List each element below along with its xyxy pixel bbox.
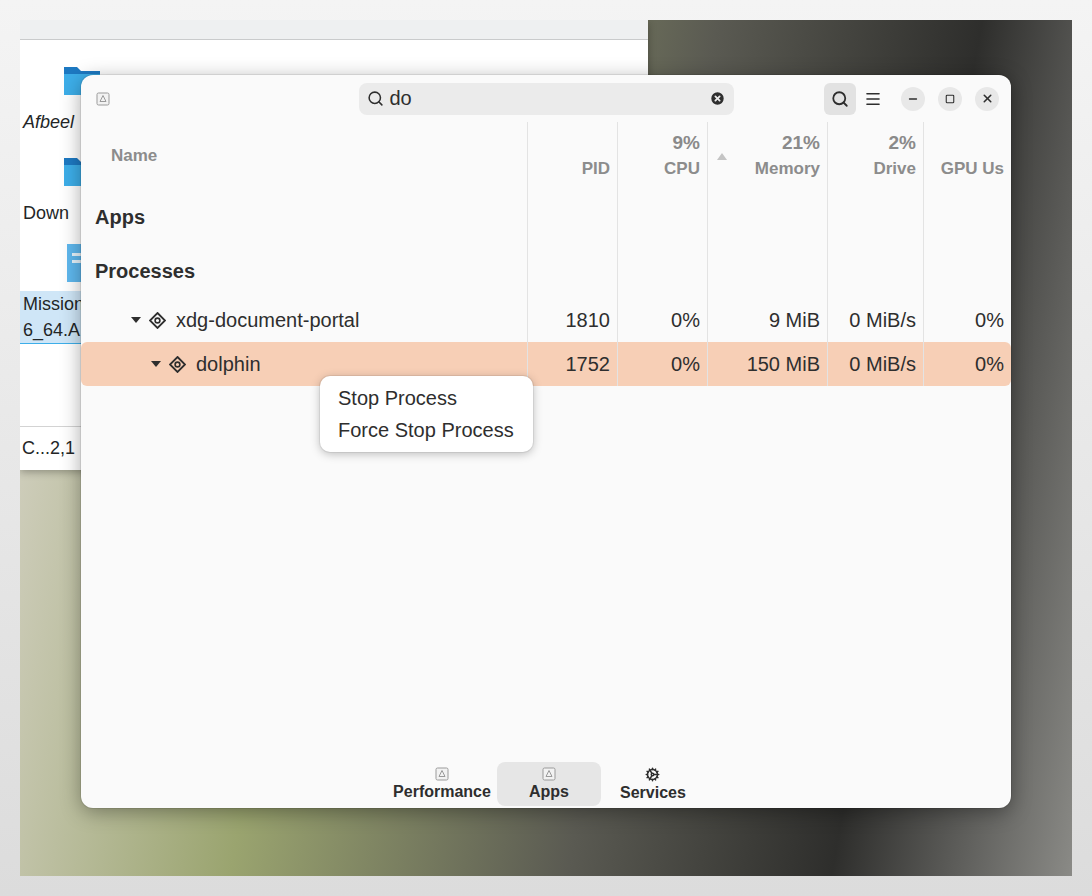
header-bar: do: [81, 75, 1011, 122]
system-monitor-window: do Name PID 9%CPU 21%Memory 2%Drive GPU Us Apps…: [81, 75, 1011, 808]
column-label: Drive: [873, 156, 916, 182]
section-title: Apps: [81, 190, 527, 244]
section-row: Apps: [81, 190, 1011, 244]
file-item-label: Mission6_64.A: [20, 291, 87, 344]
process-value-cell: 9 MiB: [707, 298, 827, 342]
process-table: Name PID 9%CPU 21%Memory 2%Drive GPU Us AppsPr…: [81, 122, 1011, 762]
process-value-cell: 0%: [617, 342, 707, 386]
minimize-icon: [907, 93, 919, 105]
context-menu: Stop ProcessForce Stop Process: [320, 376, 533, 452]
column-label: GPU Us: [941, 156, 1004, 182]
column-heading: PID: [582, 130, 617, 182]
menu-item[interactable]: Stop Process: [320, 382, 533, 414]
column-label: CPU: [664, 156, 700, 182]
column-header[interactable]: Name: [81, 122, 527, 190]
process-row[interactable]: dolphin17520%150 MiB0 MiB/s0%: [81, 342, 1011, 386]
view-tab[interactable]: Apps: [497, 762, 601, 806]
process-value-cell: 150 MiB: [707, 342, 827, 386]
column-usage: 2%: [889, 130, 916, 156]
column-label: Name: [81, 146, 157, 166]
view-tab-label: Performance: [393, 783, 491, 801]
process-name: xdg-document-portal: [176, 309, 359, 332]
empty-cell: [527, 244, 617, 298]
column-usage: 9%: [673, 130, 700, 156]
sort-ascending-icon: [717, 153, 727, 160]
performance-icon: [435, 767, 449, 781]
empty-cell: [617, 244, 707, 298]
empty-cell: [527, 190, 617, 244]
process-value-cell: 0%: [923, 342, 1011, 386]
file-manager-toolbar: [20, 20, 648, 40]
section-row: Processes: [81, 244, 1011, 298]
view-switcher: Performance Apps Services: [81, 762, 1011, 808]
search-value[interactable]: do: [390, 87, 703, 110]
process-value-cell: 0 MiB/s: [827, 342, 923, 386]
column-heading: GPU Us: [941, 130, 1011, 182]
empty-cell: [923, 190, 1011, 244]
column-usage: 21%: [782, 130, 820, 156]
search-field[interactable]: do: [359, 83, 734, 115]
view-tab-label: Apps: [529, 783, 569, 801]
column-heading: 2%Drive: [873, 130, 923, 182]
column-header[interactable]: 9%CPU: [617, 122, 707, 190]
close-button[interactable]: [975, 87, 999, 111]
empty-cell: [827, 190, 923, 244]
column-header[interactable]: GPU Us: [923, 122, 1011, 190]
column-header[interactable]: 21%Memory: [707, 122, 827, 190]
expander-icon[interactable]: [151, 359, 161, 369]
table-header: Name PID 9%CPU 21%Memory 2%Drive GPU Us: [81, 122, 1011, 190]
column-header[interactable]: 2%Drive: [827, 122, 923, 190]
process-value-cell: 1752: [527, 342, 617, 386]
file-item-label: Down: [20, 200, 81, 227]
screen: AfbeelDownMission6_64.AC...2,1doNamePID9…: [0, 0, 1092, 896]
header-left: [81, 92, 359, 106]
gear-icon: [645, 767, 660, 782]
column-label: PID: [582, 156, 610, 182]
maximize-icon: [945, 94, 955, 104]
process-name-cell: xdg-document-portal: [81, 298, 527, 342]
menu-item[interactable]: Force Stop Process: [320, 414, 533, 446]
desktop: AfbeelDownMission6_64.AC...2,1doNamePID9…: [20, 20, 1072, 876]
empty-cell: [707, 244, 827, 298]
apps-icon: [542, 767, 556, 781]
process-value-cell: 0%: [617, 298, 707, 342]
column-label: Memory: [755, 156, 820, 182]
view-tab-label: Services: [620, 784, 686, 802]
empty-cell: [923, 244, 1011, 298]
search-icon: [367, 90, 384, 107]
file-item-label: Afbeel: [20, 109, 81, 136]
process-name: dolphin: [196, 353, 261, 376]
column-heading: 21%Memory: [755, 130, 827, 182]
search-toggle-button[interactable]: [824, 83, 856, 115]
maximize-button[interactable]: [938, 87, 962, 111]
expander-icon[interactable]: [131, 315, 141, 325]
section-title: Processes: [81, 244, 527, 298]
window-controls: [901, 87, 999, 111]
empty-cell: [617, 190, 707, 244]
view-tab[interactable]: Services: [601, 762, 705, 806]
menu-button[interactable]: [857, 83, 889, 115]
empty-cell: [707, 190, 827, 244]
process-value-cell: 0%: [923, 298, 1011, 342]
clear-icon[interactable]: [709, 90, 726, 107]
process-icon: [149, 312, 166, 329]
hamburger-icon: [864, 90, 882, 108]
view-tab[interactable]: Performance: [387, 762, 497, 806]
search-icon: [831, 90, 849, 108]
minimize-button[interactable]: [901, 87, 925, 111]
close-icon: [981, 92, 994, 105]
process-row[interactable]: xdg-document-portal18100%9 MiB0 MiB/s0%: [81, 298, 1011, 342]
header-right: [734, 83, 1012, 115]
column-heading: 9%CPU: [664, 130, 707, 182]
process-icon: [169, 356, 186, 373]
app-icon: [96, 92, 110, 106]
empty-cell: [827, 244, 923, 298]
process-value-cell: 1810: [527, 298, 617, 342]
process-value-cell: 0 MiB/s: [827, 298, 923, 342]
column-header[interactable]: PID: [527, 122, 617, 190]
